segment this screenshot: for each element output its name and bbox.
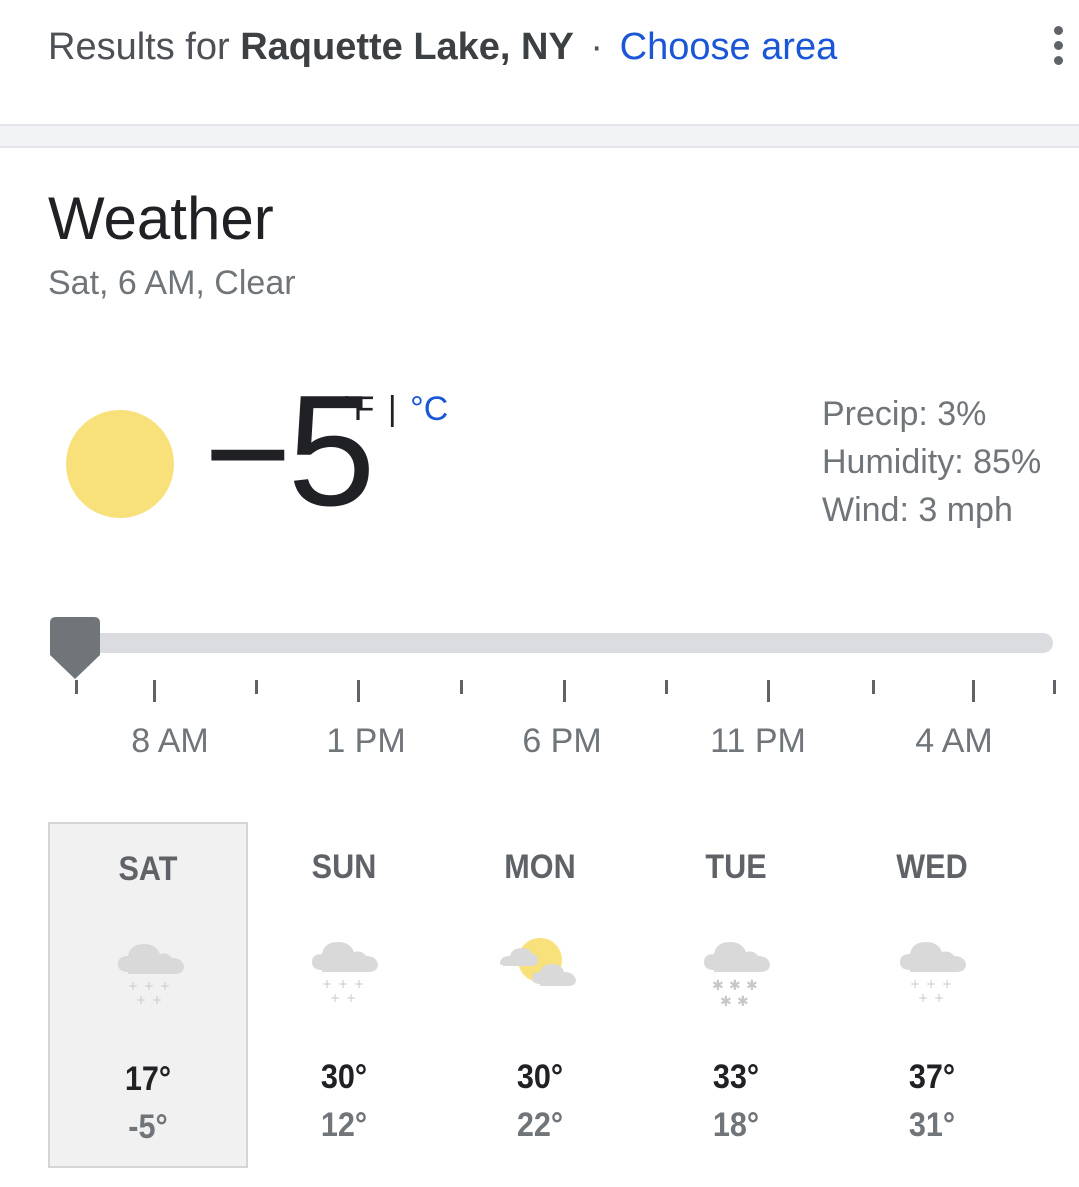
weather-subtitle: Sat, 6 AM, Clear bbox=[48, 264, 296, 302]
forecast-day-name: SAT bbox=[118, 850, 178, 888]
sun-icon bbox=[66, 410, 174, 518]
svg-text:+: + bbox=[354, 977, 364, 991]
svg-text:+: + bbox=[934, 991, 944, 1005]
timeline-tick bbox=[972, 680, 975, 702]
unit-toggle: °F | °C bbox=[340, 390, 448, 429]
forecast-day-mon[interactable]: MON 30° 22° bbox=[440, 822, 640, 1168]
svg-text:+: + bbox=[918, 991, 928, 1005]
section-divider bbox=[0, 124, 1079, 148]
forecast-day-sun[interactable]: SUN + + + + +30° 12° bbox=[244, 822, 444, 1168]
svg-text:+: + bbox=[910, 977, 920, 991]
results-line: Results for Raquette Lake, NY · Choose a… bbox=[48, 26, 837, 69]
timeline-hour-label: 11 PM bbox=[710, 722, 806, 760]
weather-title: Weather bbox=[48, 185, 274, 252]
forecast-day-wed[interactable]: WED + + + + +37° 31° bbox=[832, 822, 1032, 1168]
forecast-day-tue[interactable]: TUE ✱ ✱ ✱ ✱ ✱ 33° 18° bbox=[636, 822, 836, 1168]
svg-text:+: + bbox=[128, 979, 138, 993]
svg-text:+: + bbox=[136, 993, 146, 1007]
cloud-snow-icon: + + + + + bbox=[300, 922, 390, 1012]
timeline-hour-label: 1 PM bbox=[326, 722, 406, 760]
wind-value: Wind: 3 mph bbox=[822, 491, 1013, 529]
forecast-low: 12° bbox=[320, 1106, 368, 1144]
svg-text:+: + bbox=[144, 979, 154, 993]
timeline-tick bbox=[872, 680, 875, 694]
forecast-high: 30° bbox=[320, 1058, 368, 1096]
forecast-day-name: WED bbox=[896, 848, 968, 886]
more-options-icon[interactable] bbox=[1046, 26, 1070, 66]
partly-sunny-icon bbox=[496, 922, 586, 1012]
svg-text:+: + bbox=[160, 979, 170, 993]
timeline-tick bbox=[665, 680, 668, 694]
weather-details: Precip: 3% Humidity: 85% Wind: 3 mph bbox=[822, 390, 1041, 534]
results-header: Results for Raquette Lake, NY · Choose a… bbox=[0, 0, 1079, 124]
svg-text:+: + bbox=[330, 991, 340, 1005]
time-slider-handle[interactable] bbox=[50, 617, 100, 679]
svg-text:✱: ✱ bbox=[720, 994, 732, 1010]
forecast-low: 22° bbox=[516, 1106, 564, 1144]
timeline-tick bbox=[255, 680, 258, 694]
forecast-high: 33° bbox=[712, 1058, 760, 1096]
svg-text:✱: ✱ bbox=[729, 978, 741, 994]
forecast-low: 31° bbox=[908, 1106, 956, 1144]
timeline-tick bbox=[357, 680, 360, 702]
daily-forecast: SAT + + + + +17° -5° SUN + + + + +30° 12° MON 30° 22° TUE… bbox=[48, 822, 1048, 1168]
timeline-tick bbox=[563, 680, 566, 702]
unit-celsius[interactable]: °C bbox=[410, 390, 448, 428]
forecast-high: 30° bbox=[516, 1058, 564, 1096]
humidity-value: Humidity: 85% bbox=[822, 443, 1042, 481]
timeline-tick bbox=[75, 680, 78, 694]
results-prefix: Results for bbox=[48, 26, 230, 68]
precip-value: Precip: 3% bbox=[822, 395, 987, 433]
timeline-hour-label: 6 PM bbox=[522, 722, 602, 760]
forecast-day-name: MON bbox=[504, 848, 576, 886]
forecast-day-sat[interactable]: SAT + + + + +17° -5° bbox=[48, 822, 248, 1168]
unit-separator: | bbox=[387, 390, 397, 428]
timeline-tick bbox=[1053, 680, 1056, 694]
timeline-tick bbox=[153, 680, 156, 702]
forecast-day-name: SUN bbox=[311, 848, 377, 886]
separator-dot: · bbox=[590, 26, 604, 68]
unit-fahrenheit[interactable]: °F bbox=[340, 390, 374, 428]
timeline-hour-label: 8 AM bbox=[131, 722, 209, 760]
location-name: Raquette Lake, NY bbox=[240, 26, 574, 68]
forecast-low: 18° bbox=[712, 1106, 760, 1144]
forecast-day-name: TUE bbox=[705, 848, 767, 886]
cloud-heavy-snow-icon: ✱ ✱ ✱ ✱ ✱ bbox=[692, 922, 782, 1012]
cloud-snow-icon: + + + + + bbox=[106, 924, 196, 1014]
svg-text:+: + bbox=[346, 991, 356, 1005]
choose-area-link[interactable]: Choose area bbox=[620, 26, 838, 68]
forecast-high: 37° bbox=[908, 1058, 956, 1096]
timeline-tick bbox=[767, 680, 770, 702]
timeline-hour-label: 4 AM bbox=[915, 722, 993, 760]
svg-text:+: + bbox=[942, 977, 952, 991]
svg-text:✱: ✱ bbox=[737, 994, 749, 1010]
timeline-ticks bbox=[0, 680, 1079, 704]
timeline-tick bbox=[460, 680, 463, 694]
time-slider-track[interactable] bbox=[58, 633, 1053, 653]
forecast-low: -5° bbox=[128, 1108, 168, 1146]
svg-text:✱: ✱ bbox=[712, 978, 724, 994]
svg-text:+: + bbox=[152, 993, 162, 1007]
svg-text:+: + bbox=[926, 977, 936, 991]
forecast-high: 17° bbox=[124, 1060, 172, 1098]
cloud-snow-icon: + + + + + bbox=[888, 922, 978, 1012]
svg-text:+: + bbox=[338, 977, 348, 991]
svg-text:+: + bbox=[322, 977, 332, 991]
svg-text:✱: ✱ bbox=[746, 978, 758, 994]
